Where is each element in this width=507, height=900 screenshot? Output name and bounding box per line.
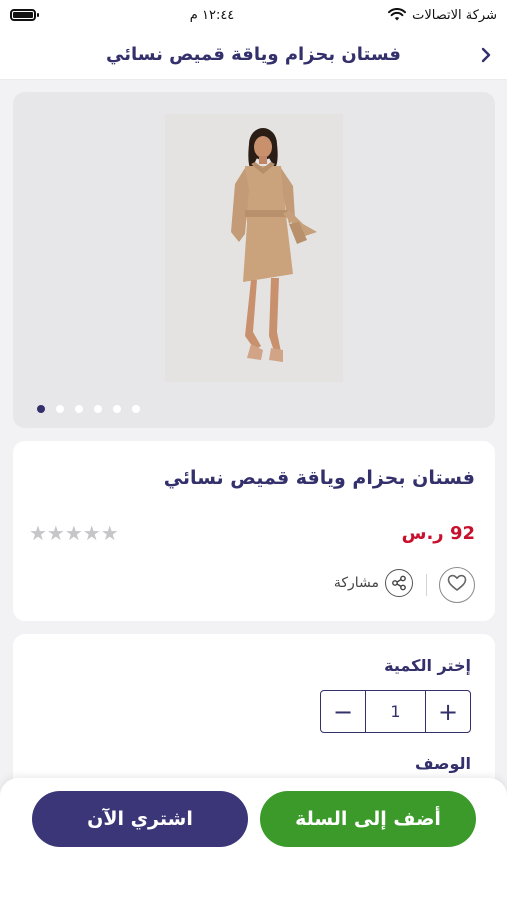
carrier-area: شركة الاتصالات: [388, 8, 497, 23]
share-button[interactable]: مشاركة: [334, 569, 413, 597]
gallery-dot[interactable]: [132, 405, 140, 413]
rating-stars: ★★★★★: [29, 521, 119, 545]
header: فستان بحزام وياقة قميص نسائي: [0, 30, 507, 80]
product-image: [165, 114, 343, 382]
share-label: مشاركة: [333, 575, 379, 591]
gallery-dot[interactable]: [56, 405, 64, 413]
gallery-dot[interactable]: [113, 405, 121, 413]
back-chevron-icon[interactable]: [475, 44, 497, 66]
gallery-dot[interactable]: [75, 405, 83, 413]
product-title: فستان بحزام وياقة قميص نسائي: [163, 467, 475, 489]
description-title: الوصف: [414, 754, 471, 773]
divider: [426, 574, 427, 596]
favorite-button[interactable]: [439, 567, 475, 603]
product-image-gallery[interactable]: [13, 92, 495, 428]
buy-now-button[interactable]: اشتري الآن: [32, 791, 248, 847]
quantity-stepper: − 1 +: [320, 690, 471, 733]
battery-icon: [10, 9, 39, 21]
carrier-name: شركة الاتصالات: [412, 7, 497, 23]
product-info-card: فستان بحزام وياقة قميص نسائي 92 ر.س ★★★★…: [13, 441, 495, 621]
gallery-dot[interactable]: [37, 405, 45, 413]
bottom-action-bar: اشتري الآن أضف إلى السلة: [0, 778, 507, 900]
product-price: 92 ر.س: [401, 523, 475, 544]
heart-icon: [447, 574, 467, 596]
page-title: فستان بحزام وياقة قميص نسائي: [106, 44, 401, 65]
quantity-value: 1: [365, 691, 426, 732]
status-bar: ١٢:٤٤ م شركة الاتصالات: [0, 0, 507, 30]
gallery-dot[interactable]: [94, 405, 102, 413]
decrease-quantity-button[interactable]: −: [321, 691, 365, 732]
add-to-cart-button[interactable]: أضف إلى السلة: [260, 791, 476, 847]
gallery-pagination: [37, 405, 140, 413]
wifi-icon: [388, 8, 407, 22]
increase-quantity-button[interactable]: +: [426, 691, 470, 732]
share-icon: [385, 569, 413, 597]
status-time: ١٢:٤٤ م: [189, 7, 235, 23]
quantity-title: إختر الكمية: [384, 656, 471, 675]
